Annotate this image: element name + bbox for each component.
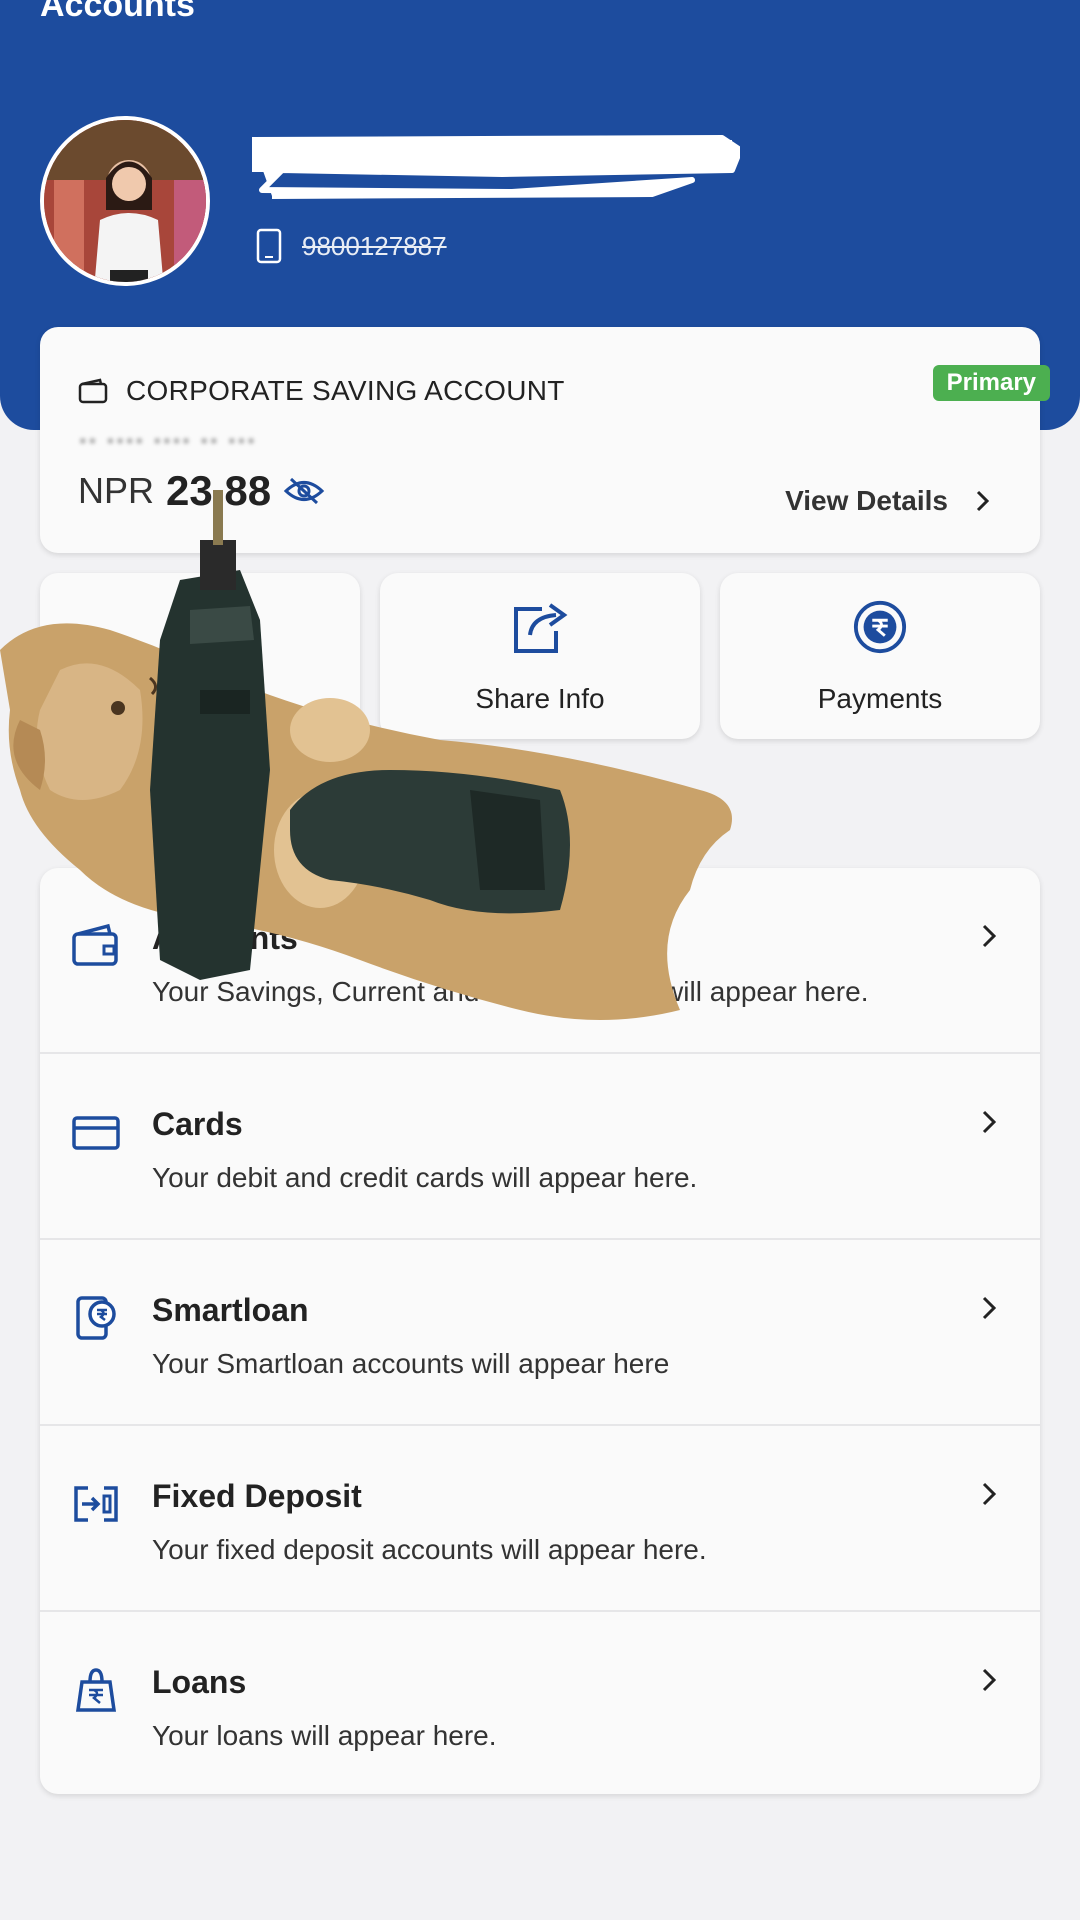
redacted-name — [252, 135, 740, 199]
page-title: Accounts — [40, 0, 195, 24]
list-item-subtitle: Your fixed deposit accounts will appear … — [152, 1534, 707, 1565]
list-item-subtitle: Your Smartloan accounts will appear here — [152, 1348, 670, 1379]
list-item-title: Fixed Deposit — [152, 1478, 362, 1514]
list-item-accounts[interactable]: Accounts Your Savings, Current and Call … — [40, 868, 1040, 1054]
tile-label: Payments — [817, 683, 943, 714]
balance-row: NPR 23.88 — [78, 467, 325, 515]
list-item-subtitle: Your Savings, Current and Call accounts … — [152, 976, 869, 1007]
primary-badge: Primary — [932, 365, 1050, 401]
tile-share-info[interactable]: Share Info — [380, 573, 700, 739]
chevron-right-icon — [976, 490, 990, 512]
tile-label: Statement — [136, 683, 264, 714]
avatar[interactable] — [40, 116, 210, 286]
list-item-cards[interactable]: Cards Your debit and credit cards will a… — [40, 1054, 1040, 1240]
tile-statement[interactable]: Statement — [40, 573, 360, 739]
list-item-title: Smartloan — [152, 1292, 309, 1328]
account-number: •• •••• •••• •• ••• — [80, 433, 258, 450]
fixed-deposit-icon — [74, 1486, 118, 1522]
tile-payments[interactable]: Payments — [720, 573, 1040, 739]
list-item-loans[interactable]: Loans Your loans will appear here. — [40, 1612, 1040, 1794]
chevron-right-icon — [982, 924, 996, 948]
card-icon — [72, 1116, 120, 1150]
balance-amount: 23.88 — [166, 467, 272, 514]
wallet-icon — [78, 378, 108, 404]
chevron-right-icon — [982, 1668, 996, 1692]
rupee-circle-icon — [853, 600, 907, 654]
loan-bag-icon — [75, 1668, 117, 1712]
phone-row: 9800127887 — [256, 228, 447, 264]
share-icon — [514, 603, 568, 653]
chevron-right-icon — [982, 1110, 996, 1134]
wallet-icon — [72, 923, 118, 966]
list-item-title: Accounts — [152, 920, 298, 956]
tile-label: Share Info — [475, 683, 605, 714]
list-item-subtitle: Your loans will appear here. — [152, 1720, 497, 1751]
eye-off-icon[interactable] — [283, 476, 325, 506]
list-item-title: Cards — [152, 1106, 243, 1142]
list-item-subtitle: Your debit and credit cards will appear … — [152, 1162, 698, 1193]
primary-account-card[interactable]: CORPORATE SAVING ACCOUNT Primary •• ••••… — [40, 327, 1050, 553]
list-item-title: Loans — [152, 1664, 247, 1700]
document-icon — [180, 601, 220, 653]
view-details-link[interactable]: View Details — [785, 485, 990, 517]
smartloan-icon — [76, 1296, 116, 1340]
account-type: CORPORATE SAVING ACCOUNT — [126, 375, 565, 406]
account-type-row: CORPORATE SAVING ACCOUNT — [78, 375, 565, 407]
phone-icon — [256, 228, 282, 264]
chevron-right-icon — [982, 1482, 996, 1506]
view-details-label: View Details — [785, 485, 948, 516]
phone-number: 9800127887 — [302, 230, 447, 261]
product-list: Accounts Your Savings, Current and Call … — [40, 868, 1040, 1794]
currency: NPR — [78, 470, 155, 511]
chevron-right-icon — [982, 1296, 996, 1320]
list-item-smartloan[interactable]: Smartloan Your Smartloan accounts will a… — [40, 1240, 1040, 1426]
list-item-fixed-deposit[interactable]: Fixed Deposit Your fixed deposit account… — [40, 1426, 1040, 1612]
